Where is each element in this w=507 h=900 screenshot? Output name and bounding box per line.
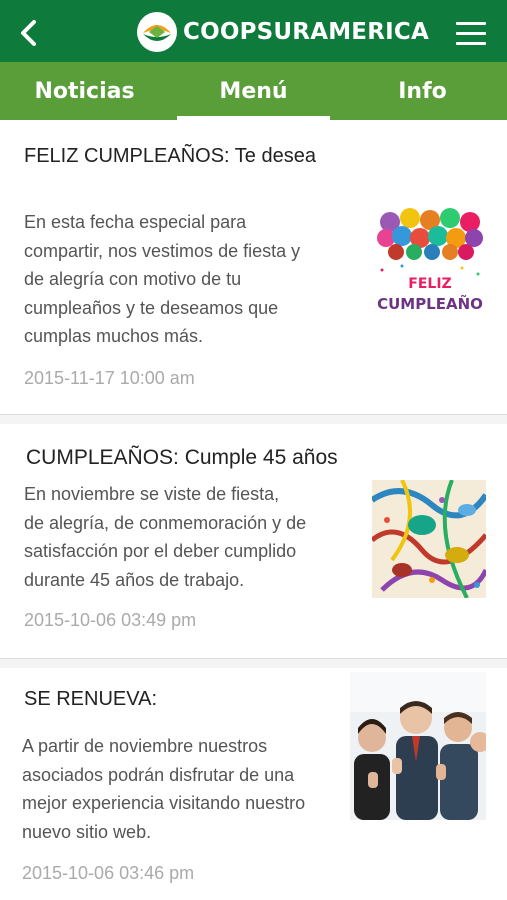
image-text: CUMPLEAÑO <box>377 294 483 313</box>
tab-info[interactable]: Info <box>338 62 507 120</box>
news-thumbnail-people <box>350 672 486 820</box>
chevron-left-icon <box>21 20 36 46</box>
hamburger-menu-icon <box>456 22 486 25</box>
tab-label: Info <box>398 78 447 104</box>
image-text: FELIZ <box>408 276 451 292</box>
brand-name: COOPSURAMERICA <box>183 19 429 45</box>
brand: COOPSURAMERICA <box>137 12 429 52</box>
news-card[interactable]: SE RENUEVA: A partir de noviembre nuestr… <box>0 668 507 900</box>
news-summary: En esta fecha especial para compartir, n… <box>24 212 301 346</box>
menu-button[interactable] <box>456 22 488 46</box>
app-header: COOPSURAMERICA <box>0 0 507 62</box>
tab-bar: Noticias Menú Info <box>0 62 507 120</box>
news-thumbnail-balloons: FELIZ CUMPLEAÑO <box>372 208 489 325</box>
news-date: 2015-10-06 03:46 pm <box>22 863 195 883</box>
news-card[interactable]: FELIZ CUMPLEAÑOS: Te desea En esta fecha… <box>0 120 507 415</box>
news-card[interactable]: CUMPLEAÑOS: Cumple 45 años En noviembre … <box>0 424 507 659</box>
news-date: 2015-11-17 10:00 am <box>24 368 195 388</box>
news-title: CUMPLEAÑOS: Cumple 45 años <box>26 446 338 469</box>
back-button[interactable] <box>14 17 46 49</box>
news-thumbnail-party <box>372 480 486 598</box>
news-title: FELIZ CUMPLEAÑOS: Te desea <box>24 145 316 167</box>
news-title: SE RENUEVA: <box>24 688 157 710</box>
news-summary: A partir de noviembre nuestros asociados… <box>22 736 306 842</box>
news-summary: En noviembre se viste de fiesta, de aleg… <box>24 484 307 590</box>
tab-label: Noticias <box>34 78 135 104</box>
tab-menu[interactable]: Menú <box>169 62 338 120</box>
tab-noticias[interactable]: Noticias <box>0 62 169 120</box>
tab-label: Menú <box>219 78 288 104</box>
brand-logo-icon <box>137 12 177 52</box>
news-date: 2015-10-06 03:49 pm <box>24 610 197 630</box>
